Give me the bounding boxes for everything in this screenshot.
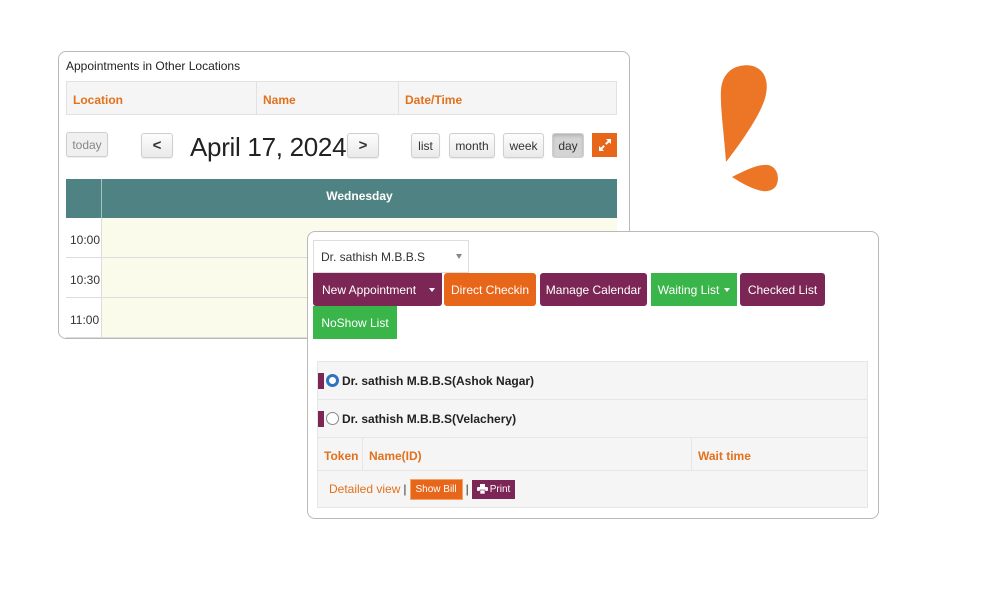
brand-logo-icon <box>720 65 778 192</box>
day-name: Wednesday <box>326 189 393 203</box>
location-color-marker <box>318 372 324 389</box>
column-header-token: Token <box>318 438 363 470</box>
expand-icon <box>598 139 611 151</box>
caret-down-icon <box>724 287 731 292</box>
location-option[interactable]: Dr. sathish M.B.B.S(Ashok Nagar) <box>318 362 867 400</box>
waiting-table-header: Token Name(ID) Wait time <box>318 438 867 471</box>
location-label: Dr. sathish M.B.B.S(Ashok Nagar) <box>342 373 535 388</box>
view-week-button[interactable]: week <box>503 133 544 158</box>
panel-title: Appointments in Other Locations <box>66 59 241 73</box>
separator: | <box>403 482 407 496</box>
checked-list-button[interactable]: Checked List <box>740 273 825 306</box>
waiting-list-button[interactable]: Waiting List <box>651 273 737 306</box>
separator: | <box>465 482 469 496</box>
column-header-name-id: Name(ID) <box>363 438 692 470</box>
chevron-down-icon <box>456 254 462 259</box>
chevron-right-icon: > <box>358 137 368 154</box>
column-header-location: Location <box>67 82 257 114</box>
column-header-name: Name <box>257 82 399 114</box>
location-option[interactable]: Dr. sathish M.B.B.S(Velachery) <box>318 400 867 438</box>
show-bill-button[interactable]: Show Bill <box>409 478 463 500</box>
calendar-day-header: Wednesday <box>66 179 617 218</box>
column-header-datetime: Date/Time <box>405 93 463 107</box>
waiting-list-panel: Dr. sathish M.B.B.S New Appointment Dire… <box>307 231 879 519</box>
calendar-date-title: April 17, 2024 <box>190 132 347 162</box>
today-button[interactable]: today <box>66 132 108 157</box>
manage-calendar-button[interactable]: Manage Calendar <box>540 273 647 306</box>
print-button[interactable]: Print <box>471 479 516 499</box>
time-axis-header <box>66 179 102 218</box>
chevron-left-icon: < <box>152 137 162 154</box>
caret-down-icon <box>429 288 435 292</box>
location-color-marker <box>318 410 324 427</box>
next-button[interactable]: > <box>347 133 379 158</box>
time-label: 10:30 <box>66 258 102 297</box>
view-day-button[interactable]: day <box>552 133 584 158</box>
expand-button[interactable] <box>592 133 617 157</box>
waiting-list-footer: Detailed view | Show Bill | Print <box>318 471 867 507</box>
new-appointment-button[interactable]: New Appointment <box>313 273 442 306</box>
print-label: Print <box>489 483 511 495</box>
prev-button[interactable]: < <box>141 133 173 158</box>
location-label: Dr. sathish M.B.B.S(Velachery) <box>342 411 517 426</box>
detailed-view-link[interactable]: Detailed view <box>329 482 400 496</box>
location-radio-selected[interactable] <box>326 374 339 387</box>
time-label: 11:00 <box>66 298 102 337</box>
view-month-button[interactable]: month <box>449 133 495 158</box>
view-list-button[interactable]: list <box>411 133 440 158</box>
new-appointment-label: New Appointment <box>322 282 417 297</box>
doctor-select[interactable]: Dr. sathish M.B.B.S <box>313 240 469 273</box>
column-header-wait-time: Wait time <box>698 449 751 463</box>
printer-icon <box>476 484 488 494</box>
other-locations-table-header: Location Name Date/Time <box>66 81 617 115</box>
location-radio[interactable] <box>326 412 339 425</box>
doctor-select-value: Dr. sathish M.B.B.S <box>321 250 426 264</box>
waiting-list-label: Waiting List <box>657 282 720 297</box>
noshow-list-button[interactable]: NoShow List <box>313 306 397 339</box>
direct-checkin-button[interactable]: Direct Checkin <box>444 273 536 306</box>
location-list: Dr. sathish M.B.B.S(Ashok Nagar) Dr. sat… <box>317 361 868 508</box>
time-label: 10:00 <box>66 218 102 257</box>
